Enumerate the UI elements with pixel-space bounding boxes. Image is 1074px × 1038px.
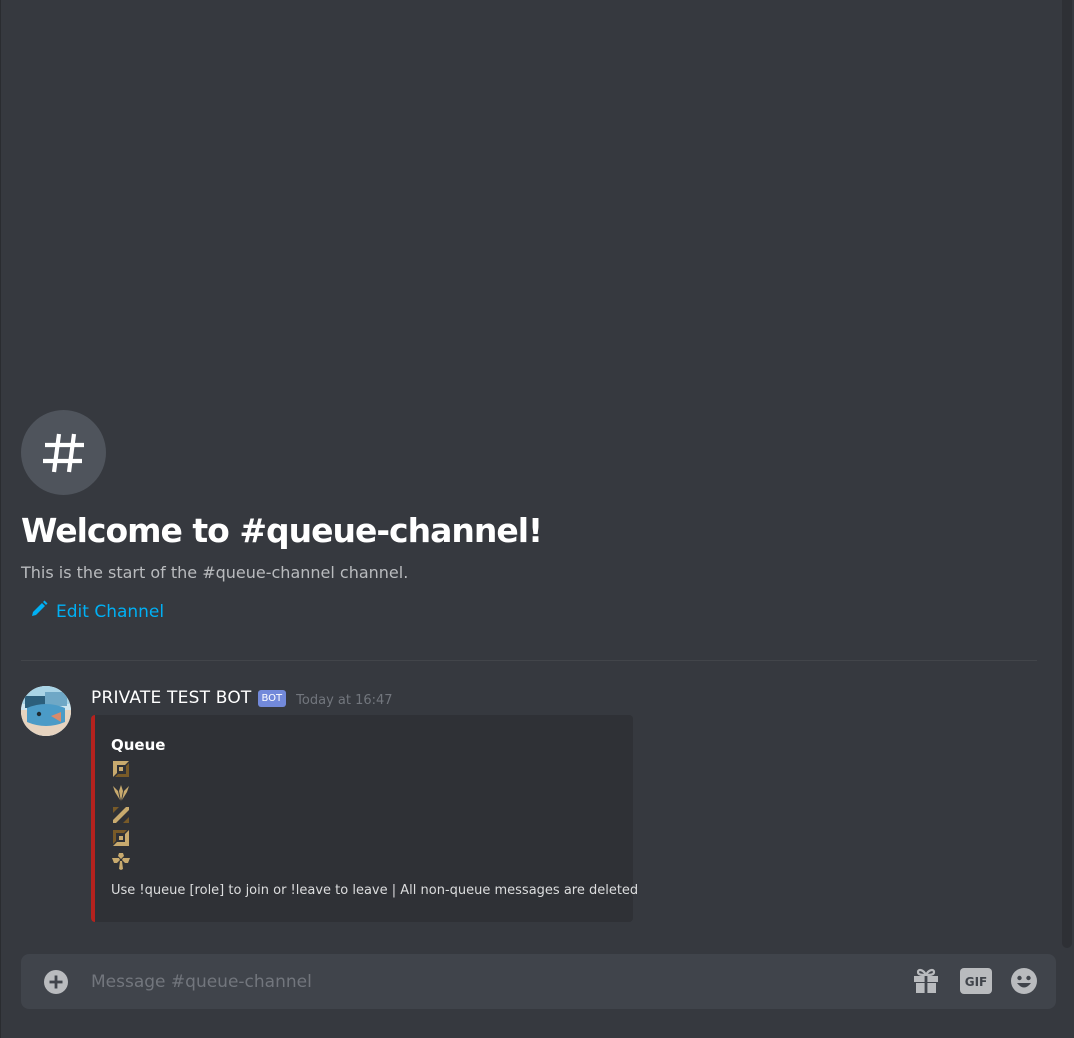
message-embed: Queue Use !queue [role] to join or !leav… xyxy=(91,715,638,922)
welcome-title: Welcome to #queue-channel! xyxy=(21,511,543,550)
message-composer: GIF xyxy=(21,954,1056,1009)
edit-channel-link[interactable]: Edit Channel xyxy=(30,600,1037,623)
pencil-icon xyxy=(30,600,48,623)
message-input[interactable] xyxy=(91,954,891,1009)
bot-tag: BOT xyxy=(257,689,287,707)
edit-channel-label: Edit Channel xyxy=(56,601,165,622)
message-author[interactable]: PRIVATE TEST BOT xyxy=(91,688,252,708)
bot-avatar[interactable] xyxy=(21,686,71,736)
emoji-picker-icon[interactable] xyxy=(1010,967,1038,995)
gift-icon[interactable] xyxy=(912,967,940,995)
gif-picker-icon[interactable]: GIF xyxy=(960,968,992,994)
message-header: PRIVATE TEST BOT BOT Today at 16:47 xyxy=(91,686,393,710)
top-lane-icon xyxy=(111,759,131,779)
bottom-lane-icon xyxy=(111,828,131,848)
embed-title: Queue xyxy=(111,736,166,754)
message-divider xyxy=(21,660,1037,661)
channel-welcome: Welcome to #queue-channel! This is the s… xyxy=(21,410,1037,623)
channel-hash-icon xyxy=(21,410,106,495)
add-attachment-icon[interactable] xyxy=(43,969,69,995)
gif-label: GIF xyxy=(965,975,988,989)
chat-view: Welcome to #queue-channel! This is the s… xyxy=(0,0,1074,1038)
embed-description: Use !queue [role] to join or !leave to l… xyxy=(111,883,639,898)
welcome-subtitle: This is the start of the #queue-channel … xyxy=(21,563,409,582)
jungle-icon xyxy=(111,782,131,802)
channel-sidebar-edge xyxy=(0,0,1,1038)
message-timestamp: Today at 16:47 xyxy=(296,692,393,708)
scrollbar-thumb[interactable] xyxy=(1062,0,1072,948)
mid-lane-icon xyxy=(111,805,131,825)
support-icon xyxy=(111,851,131,871)
